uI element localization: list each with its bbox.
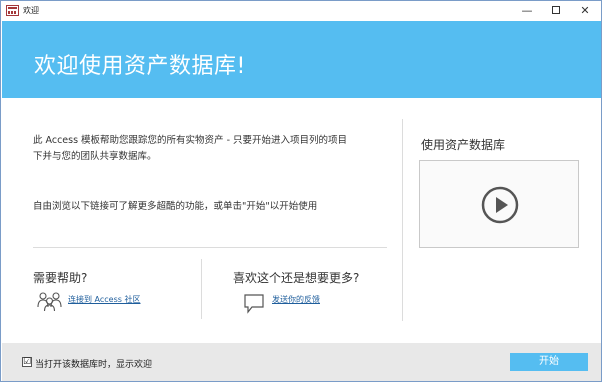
speech-bubble-icon xyxy=(244,294,264,314)
feedback-heading: 喜欢这个还是想要更多? xyxy=(233,271,360,285)
vertical-divider xyxy=(201,259,202,319)
access-community-link[interactable]: 连接到 Access 社区 xyxy=(68,294,140,305)
page-title: 欢迎使用资产数据库! xyxy=(34,54,246,79)
play-icon[interactable] xyxy=(481,186,519,224)
show-welcome-checkbox[interactable]: ☑ xyxy=(22,357,32,367)
horizontal-divider xyxy=(33,247,387,248)
footer-bar: ☑ 当打开该数据库时，显示欢迎 开始 xyxy=(2,343,601,381)
maximize-icon xyxy=(552,6,560,14)
description-line-1: 此 Access 模板帮助您跟踪您的所有实物资产 - 只要开始进入项目列的项目 xyxy=(33,135,348,146)
welcome-banner: 欢迎使用资产数据库! xyxy=(2,21,601,98)
window-title: 欢迎 xyxy=(23,6,39,15)
minimize-button[interactable]: — xyxy=(513,1,541,21)
template-description: 此 Access 模板帮助您跟踪您的所有实物资产 - 只要开始进入项目列的项目 … xyxy=(33,133,373,165)
title-bar: 欢迎 — ✕ xyxy=(1,1,601,21)
show-welcome-label[interactable]: 当打开该数据库时，显示欢迎 xyxy=(35,357,152,370)
users-icon xyxy=(37,292,62,311)
explore-text: 自由浏览以下链接可了解更多超酷的功能，或单击"开始"以开始使用 xyxy=(33,201,318,212)
start-button[interactable]: 开始 xyxy=(510,353,588,371)
panel-divider xyxy=(402,119,403,321)
help-heading: 需要帮助? xyxy=(33,271,88,285)
video-heading: 使用资产数据库 xyxy=(421,138,506,152)
access-app-icon xyxy=(6,5,19,16)
send-feedback-link[interactable]: 发送你的反馈 xyxy=(272,294,320,305)
welcome-dialog: 欢迎 — ✕ 欢迎使用资产数据库! 此 Access 模板帮助您跟踪您的所有实物… xyxy=(0,0,602,382)
close-button[interactable]: ✕ xyxy=(571,1,599,21)
video-player[interactable] xyxy=(419,160,579,248)
maximize-button[interactable] xyxy=(542,1,570,21)
description-line-2: 下并与您的团队共享数据库。 xyxy=(33,151,157,162)
